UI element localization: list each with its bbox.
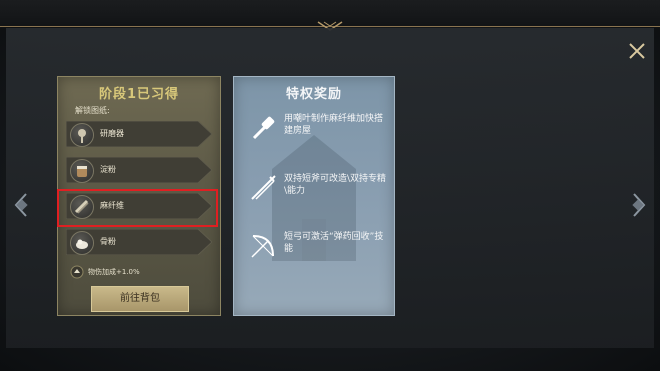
recipe-item-bone-meal[interactable]: 骨粉 — [66, 229, 212, 255]
previous-page-arrow-icon[interactable] — [10, 190, 32, 220]
recipe-label: 骨粉 — [100, 237, 116, 246]
dual-spear-icon — [251, 175, 276, 200]
buff-icon — [70, 265, 84, 279]
bone-meal-icon — [70, 231, 94, 255]
goto-backpack-button[interactable]: 前往背包 — [91, 286, 189, 312]
recipe-item-starch[interactable]: 淀粉 — [66, 157, 212, 183]
selected-recipe-highlight — [57, 189, 218, 227]
grinder-icon — [70, 123, 94, 147]
privilege-text: 短弓可激活“弹药回收”技能 — [284, 232, 384, 254]
privilege-text: 双持短斧可改造\双持专精\能力 — [284, 174, 387, 196]
unlock-label: 解锁图纸: — [75, 106, 110, 115]
recipe-label: 研磨器 — [100, 129, 124, 138]
next-page-arrow-icon[interactable] — [628, 190, 650, 220]
bonus-text: 物伤加成+1.0% — [88, 268, 140, 276]
recipe-item-grinder[interactable]: 研磨器 — [66, 121, 212, 147]
privilege-title: 特权奖励 — [285, 87, 342, 102]
privilege-card: 特权奖励 用嘲叶制作麻纤维加快搭建房屋 双持短斧可改造\双持专精\能力 短弓可激… — [233, 76, 395, 316]
privilege-text: 用嘲叶制作麻纤维加快搭建房屋 — [284, 114, 384, 136]
close-icon[interactable] — [626, 40, 648, 62]
starch-bucket-icon — [70, 159, 94, 183]
bow-arrow-icon — [251, 235, 274, 258]
mace-hammer-icon — [252, 116, 275, 140]
stage-title: 阶段1已习得 — [98, 87, 180, 102]
recipe-label: 淀粉 — [100, 165, 116, 174]
